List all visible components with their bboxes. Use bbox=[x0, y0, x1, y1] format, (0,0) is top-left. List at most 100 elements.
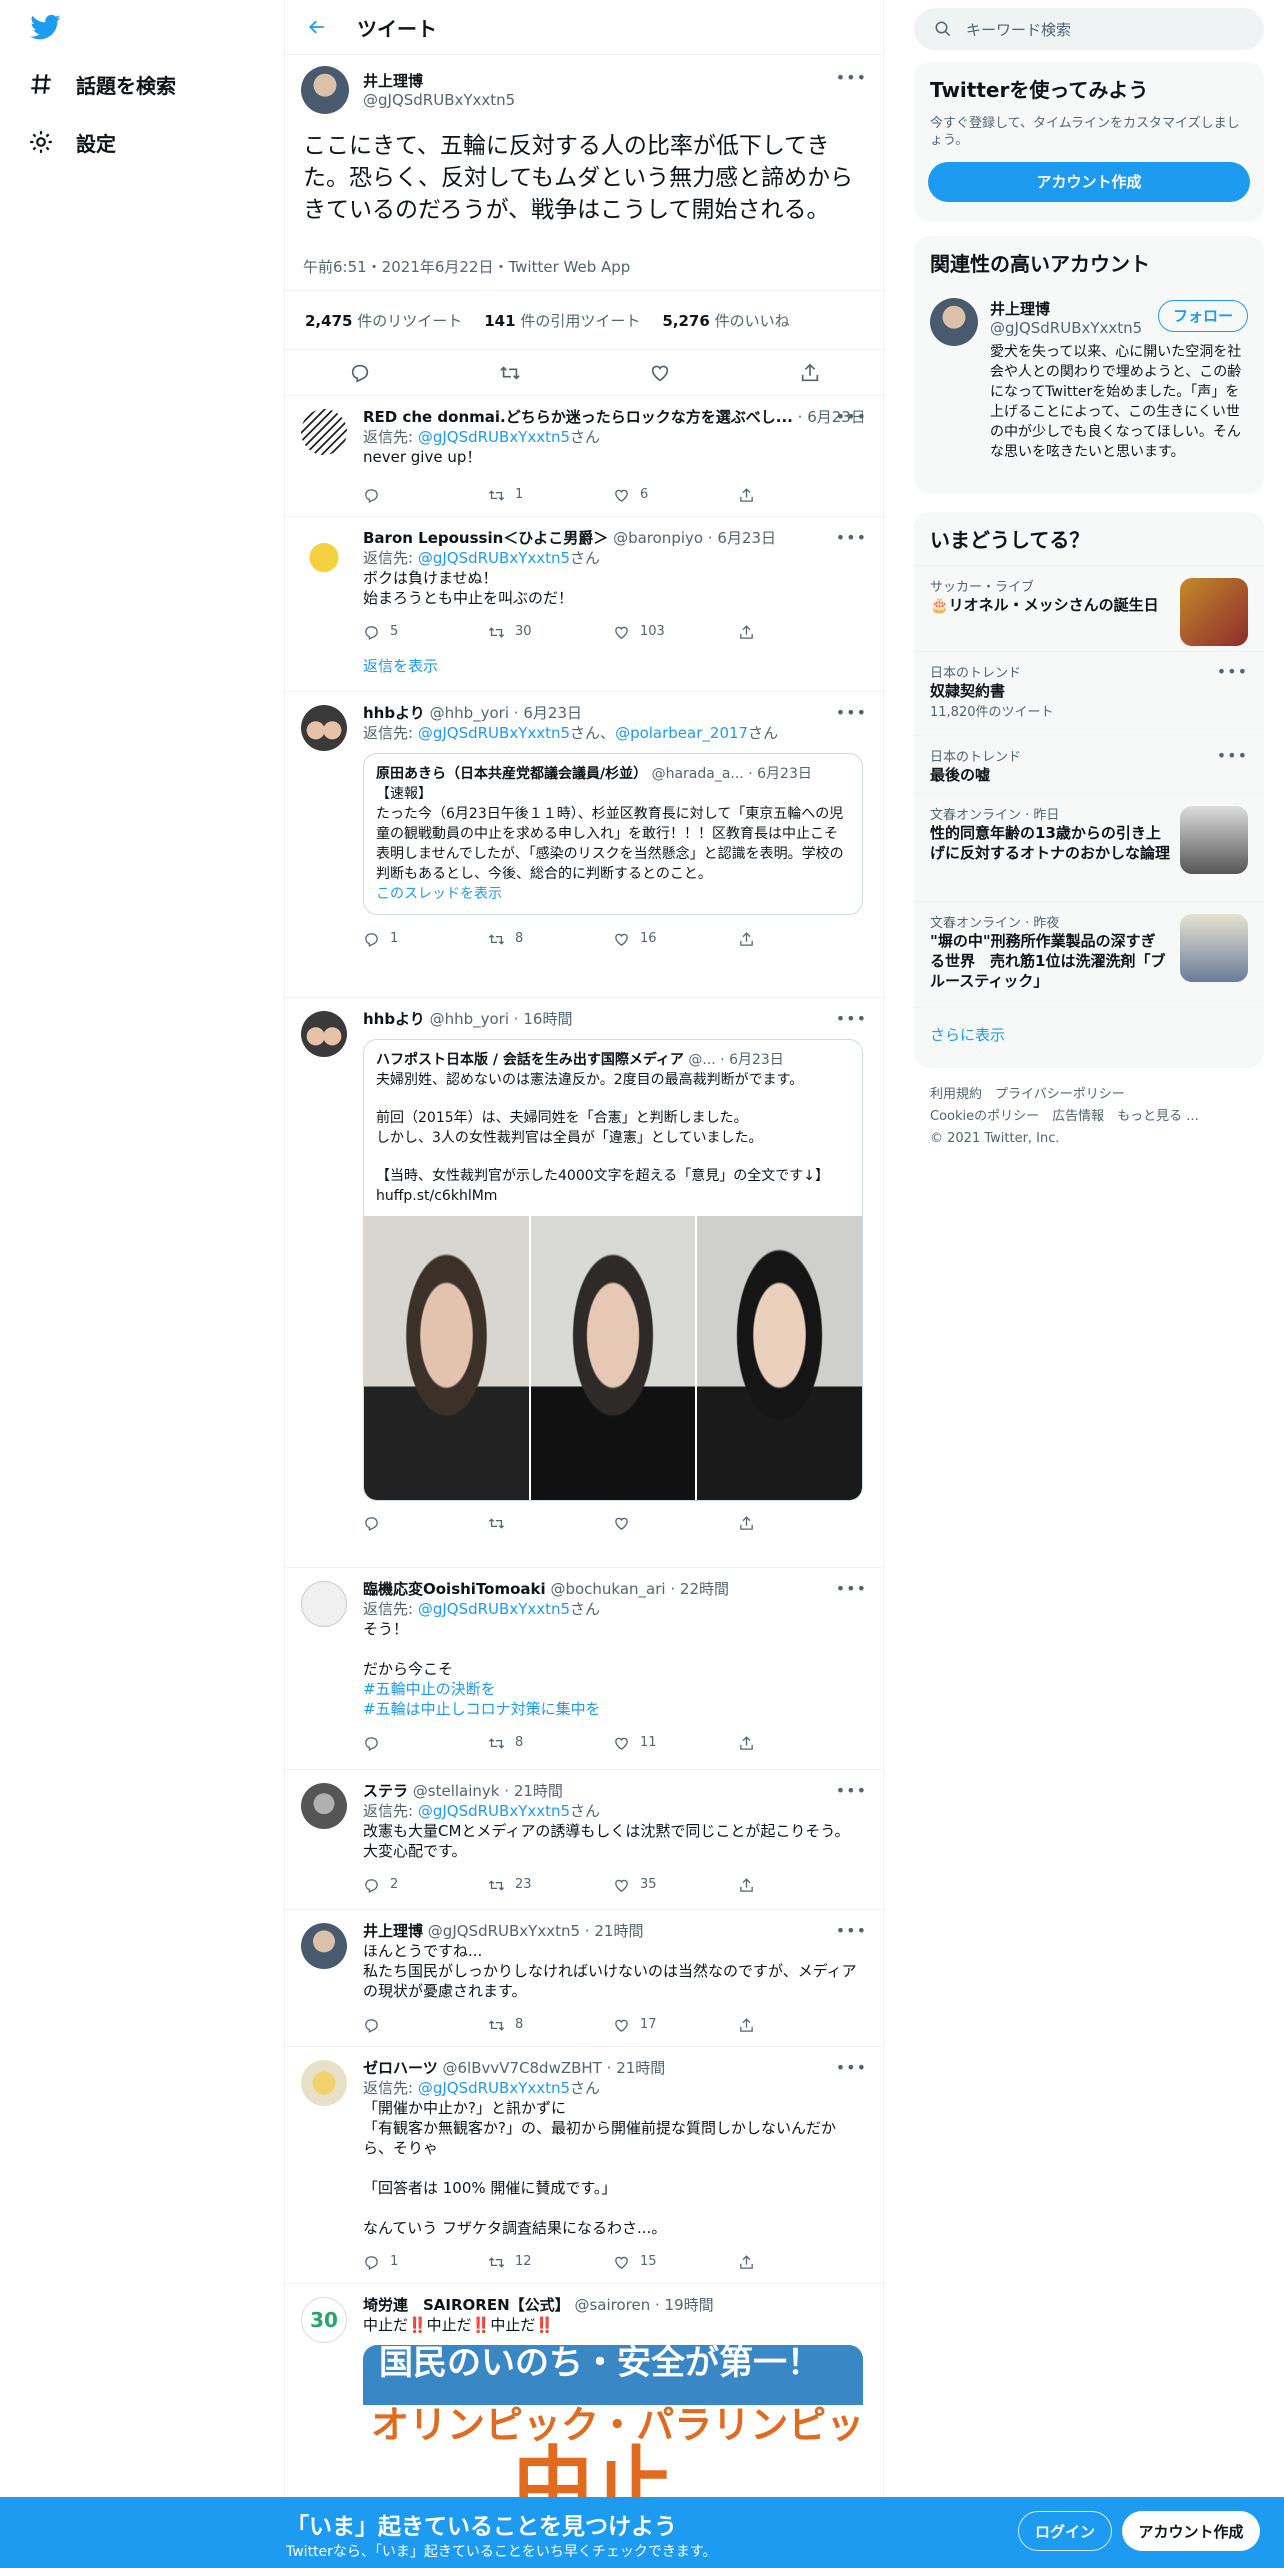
related-handle[interactable]: @gJQSdRUBxYxxtn5 bbox=[990, 319, 1142, 337]
reply-button[interactable]: 5 bbox=[363, 622, 488, 642]
reply-tweet[interactable]: hhbより @hhb_yori · 6月23日 返信先: @gJQSdRUBxY… bbox=[285, 693, 883, 998]
tweet-time[interactable]: 19時間 bbox=[665, 2296, 714, 2314]
search-box[interactable]: キーワード検索 bbox=[914, 8, 1264, 50]
author-handle[interactable]: @6lBvvV7C8dwZBHT bbox=[442, 2059, 601, 2077]
footer-link[interactable]: 広告情報 bbox=[1052, 1109, 1104, 1124]
reply-to-link[interactable]: @gJQSdRUBxYxxtn5 bbox=[418, 1802, 570, 1820]
quoted-photos[interactable] bbox=[364, 1216, 862, 1500]
avatar[interactable] bbox=[301, 66, 349, 114]
footer-link[interactable]: 利用規約 bbox=[930, 1087, 982, 1102]
trend-item[interactable]: 日本のトレンド 奴隷契約書 11,820件のツイート ••• bbox=[914, 651, 1264, 735]
more-icon[interactable]: ••• bbox=[836, 1579, 867, 1598]
author-handle[interactable]: @baronpiyo bbox=[613, 529, 703, 547]
like-button[interactable] bbox=[613, 1515, 738, 1532]
trend-item[interactable]: サッカー・ライブ 🎂リオネル・メッシさんの誕生日 bbox=[914, 565, 1264, 651]
show-more-link[interactable]: さらに表示 bbox=[914, 1007, 1264, 1059]
like-button[interactable]: 16 bbox=[613, 929, 738, 949]
footer-link[interactable]: もっと見る ... bbox=[1117, 1109, 1199, 1124]
author-name[interactable]: ステラ bbox=[363, 1782, 408, 1800]
reply-to-link[interactable]: @gJQSdRUBxYxxtn5 bbox=[418, 2079, 570, 2097]
photo[interactable] bbox=[530, 1216, 696, 1500]
reply-tweet[interactable]: 井上理博 @gJQSdRUBxYxxtn5 · 21時間 ほんとうですね... … bbox=[285, 1911, 883, 2047]
reply-button[interactable]: 1 bbox=[363, 929, 488, 949]
trend-item[interactable]: 文春オンライン · 昨日 性的同意年齢の13歳からの引き上げに反対するオトナのお… bbox=[914, 793, 1264, 901]
follow-button[interactable]: フォロー bbox=[1158, 300, 1248, 332]
share-button[interactable] bbox=[738, 2252, 863, 2272]
retweet-button[interactable]: 8 bbox=[488, 1733, 613, 1753]
tweet-time[interactable]: 21時間 bbox=[616, 2059, 665, 2077]
signup-button[interactable]: アカウント作成 bbox=[1122, 2511, 1260, 2551]
author-name[interactable]: RED che donmai.どちらか迷ったらロックな方を選ぶべし... bbox=[363, 408, 793, 426]
trend-item[interactable]: 文春オンライン · 昨夜 "塀の中"刑務所作業製品の深すぎる世界 売れ筋1位は洗… bbox=[914, 901, 1264, 1007]
reply-tweet[interactable]: hhbより @hhb_yori · 16時間 ハフポスト日本版 / 会話を生み出… bbox=[285, 999, 883, 1568]
more-icon[interactable]: ••• bbox=[836, 2058, 867, 2077]
retweet-icon[interactable] bbox=[499, 362, 521, 384]
reply-tweet[interactable]: 臨機応変OoishiTomoaki @bochukan_ari · 22時間 返… bbox=[285, 1569, 883, 1770]
photo[interactable] bbox=[697, 1216, 862, 1500]
author-handle[interactable]: @hhb_yori bbox=[430, 704, 509, 722]
tweet-time[interactable]: 6月23日 bbox=[523, 704, 582, 722]
retweet-stat[interactable]: 2,475 件のリツイート bbox=[305, 310, 462, 331]
related-name[interactable]: 井上理博 bbox=[990, 298, 1142, 319]
tweet-time[interactable]: 16時間 bbox=[523, 1010, 572, 1028]
author-handle[interactable]: @hhb_yori bbox=[430, 1010, 509, 1028]
footer-link[interactable]: プライバシーポリシー bbox=[995, 1087, 1125, 1102]
author-name[interactable]: 井上理博 bbox=[363, 1922, 423, 1940]
avatar[interactable] bbox=[301, 705, 347, 751]
tweet-time[interactable]: 21時間 bbox=[514, 1782, 563, 1800]
author-name[interactable]: 臨機応変OoishiTomoaki bbox=[363, 1580, 546, 1598]
reply-button[interactable] bbox=[363, 2015, 488, 2035]
quote-stat[interactable]: 141 件の引用ツイート bbox=[484, 310, 640, 331]
footer-link[interactable]: Cookieのポリシー bbox=[930, 1109, 1039, 1124]
retweet-button[interactable]: 30 bbox=[488, 622, 613, 642]
avatar[interactable] bbox=[301, 1011, 347, 1057]
author-name[interactable]: ゼロハーツ bbox=[363, 2059, 438, 2077]
reply-to-link[interactable]: @gJQSdRUBxYxxtn5 bbox=[418, 1600, 570, 1618]
tweet-time[interactable]: 22時間 bbox=[680, 1580, 729, 1598]
quoted-link[interactable]: huffp.st/c6khlMm bbox=[376, 1186, 850, 1206]
avatar[interactable]: 30 bbox=[301, 2297, 347, 2343]
more-icon[interactable]: ••• bbox=[836, 1781, 867, 1800]
reply-button[interactable] bbox=[363, 485, 488, 505]
more-icon[interactable]: ••• bbox=[836, 703, 867, 722]
like-button[interactable]: 11 bbox=[613, 1733, 738, 1753]
like-button[interactable]: 103 bbox=[613, 622, 738, 642]
twitter-logo-icon[interactable] bbox=[30, 14, 62, 42]
reply-tweet[interactable]: ゼロハーツ @6lBvvV7C8dwZBHT · 21時間 返信先: @gJQS… bbox=[285, 2048, 883, 2284]
like-icon[interactable] bbox=[649, 362, 671, 384]
share-icon[interactable] bbox=[799, 362, 821, 384]
like-button[interactable]: 6 bbox=[613, 485, 738, 505]
like-button[interactable]: 35 bbox=[613, 1875, 738, 1895]
more-icon[interactable]: ••• bbox=[836, 1921, 867, 1940]
quoted-tweet[interactable]: 原田あきら（日本共産党都議会議員/杉並） @harada_a... · 6月23… bbox=[363, 753, 863, 915]
login-button[interactable]: ログイン bbox=[1018, 2511, 1112, 2551]
reply-button[interactable] bbox=[363, 1515, 488, 1532]
author-handle[interactable]: @bochukan_ari bbox=[550, 1580, 665, 1598]
more-icon[interactable]: ••• bbox=[836, 68, 867, 87]
avatar[interactable] bbox=[301, 1783, 347, 1829]
retweet-button[interactable]: 23 bbox=[488, 1875, 613, 1895]
share-button[interactable] bbox=[738, 1733, 863, 1753]
photo[interactable] bbox=[364, 1216, 529, 1500]
author-name[interactable]: hhbより bbox=[363, 1010, 425, 1028]
hashtag-link[interactable]: #五輪は中止しコロナ対策に集中を bbox=[363, 1699, 863, 1719]
more-icon[interactable]: ••• bbox=[836, 528, 867, 547]
author-name[interactable]: 埼労連 SAIROREN【公式】 bbox=[363, 2296, 570, 2314]
show-replies-link[interactable]: 返信を表示 bbox=[363, 656, 863, 676]
create-account-button[interactable]: アカウント作成 bbox=[928, 162, 1250, 202]
tweet-time[interactable]: 6月23日 bbox=[717, 529, 776, 547]
share-button[interactable] bbox=[738, 2015, 863, 2035]
avatar[interactable] bbox=[301, 2060, 347, 2106]
reply-to-link[interactable]: @gJQSdRUBxYxxtn5 bbox=[418, 724, 570, 742]
like-button[interactable]: 15 bbox=[613, 2252, 738, 2272]
retweet-button[interactable]: 8 bbox=[488, 929, 613, 949]
search-input[interactable]: キーワード検索 bbox=[966, 19, 1071, 40]
author-name[interactable]: 井上理博 bbox=[363, 70, 515, 91]
author-name[interactable]: hhbより bbox=[363, 704, 425, 722]
share-button[interactable] bbox=[738, 485, 863, 505]
more-icon[interactable]: ••• bbox=[1217, 746, 1248, 765]
author-handle[interactable]: @gJQSdRUBxYxxtn5 bbox=[428, 1922, 580, 1940]
reply-tweet[interactable]: ステラ @stellainyk · 21時間 返信先: @gJQSdRUBxYx… bbox=[285, 1771, 883, 1910]
share-button[interactable] bbox=[738, 1515, 863, 1532]
share-button[interactable] bbox=[738, 1875, 863, 1895]
